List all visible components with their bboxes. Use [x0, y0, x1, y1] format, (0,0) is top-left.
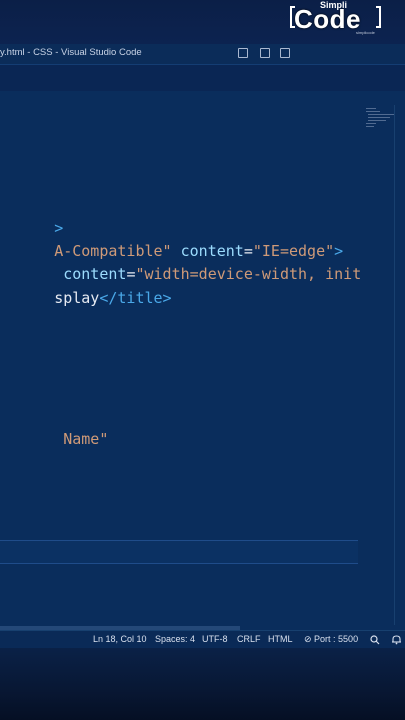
- code-editor[interactable]: > A-Compatible" content="IE=edge"> conte…: [0, 105, 388, 625]
- vscode-window: y.html - CSS - Visual Studio Code > A-Co…: [0, 44, 405, 649]
- minimap-line: [366, 108, 376, 109]
- minimap-line: [368, 117, 390, 118]
- live-server-port[interactable]: ⊘ Port : 5500: [304, 634, 358, 645]
- brand-big-text: Code: [294, 4, 361, 34]
- status-bar: Ln 18, Col 10 Spaces: 4 UTF-8 CRLF HTML …: [0, 630, 405, 649]
- code-token: splay: [54, 289, 100, 307]
- code-line-2: A-Compatible" content="IE=edge">: [0, 218, 343, 260]
- end-of-line[interactable]: CRLF: [237, 634, 261, 644]
- simplicode-logo: Simpli Code simplicode: [290, 0, 386, 35]
- brand-tiny-text: simplicode: [356, 30, 375, 35]
- window-title: y.html - CSS - Visual Studio Code: [0, 47, 142, 58]
- title-bar: y.html - CSS - Visual Studio Code: [0, 44, 405, 65]
- code-line-1: >: [0, 195, 63, 237]
- code-token: Name": [54, 430, 109, 448]
- video-bottom-background: [0, 648, 405, 720]
- code-token: </title>: [99, 289, 172, 307]
- toggle-sidebar-icon[interactable]: [238, 48, 248, 58]
- language-mode[interactable]: HTML: [268, 634, 293, 644]
- tab-strip: [0, 65, 405, 91]
- vertical-scrollbar[interactable]: [394, 105, 405, 625]
- minimap-line: [368, 114, 394, 115]
- toggle-secondary-sidebar-icon[interactable]: [280, 48, 290, 58]
- current-line-highlight: [0, 540, 358, 564]
- minimap-line: [366, 111, 380, 112]
- accounts-icon[interactable]: [370, 635, 380, 645]
- code-line-4: splay</title>: [0, 265, 171, 307]
- cursor-position[interactable]: Ln 18, Col 10: [93, 634, 147, 644]
- minimap-line: [366, 126, 374, 127]
- code-line-3: content="width=device-width, initial: [0, 241, 388, 283]
- encoding[interactable]: UTF-8: [202, 634, 228, 644]
- minimap-line: [366, 123, 376, 124]
- toggle-panel-icon[interactable]: [260, 48, 270, 58]
- notifications-bell-icon[interactable]: [391, 634, 402, 645]
- minimap-line: [368, 120, 386, 121]
- logo-bracket-right: [376, 6, 381, 28]
- indentation[interactable]: Spaces: 4: [155, 634, 195, 644]
- code-token: "width=device-width, initial: [135, 265, 389, 283]
- code-line-5: Name": [0, 406, 108, 448]
- breadcrumb: [0, 91, 405, 105]
